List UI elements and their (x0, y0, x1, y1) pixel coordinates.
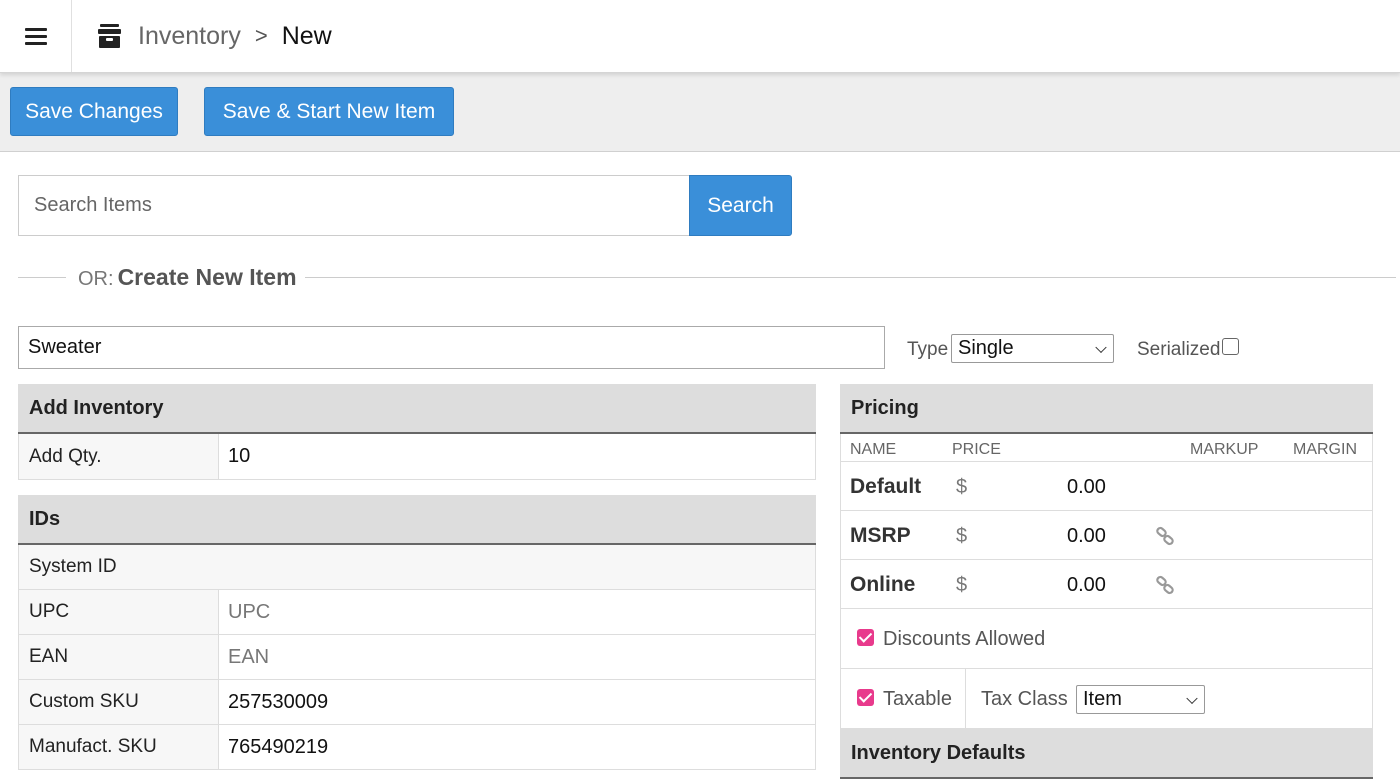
price-row-default: Default $ 0.00 (840, 462, 1373, 511)
pricing-column-headers: NAME PRICE MARKUP MARGIN (840, 434, 1373, 462)
manufact-sku-label: Manufact. SKU (19, 725, 219, 769)
col-price: PRICE (952, 441, 1001, 458)
tax-class-label: Tax Class (981, 688, 1068, 710)
tax-class-value: Item (1083, 688, 1122, 710)
col-margin: MARGIN (1293, 441, 1357, 458)
col-markup: MARKUP (1190, 441, 1259, 458)
price-amount-input[interactable]: 0.00 (1067, 525, 1106, 548)
link-chain-icon[interactable] (1155, 575, 1175, 595)
save-changes-button[interactable]: Save Changes (10, 87, 178, 136)
discounts-allowed-checkbox[interactable] (857, 629, 874, 646)
or-label: OR: (78, 268, 114, 290)
ean-row: EAN EAN (18, 635, 816, 680)
upc-label: UPC (19, 590, 219, 634)
currency-symbol: $ (956, 525, 968, 547)
tax-class-select[interactable]: Item (1076, 685, 1205, 714)
taxable-checkbox[interactable] (857, 689, 874, 706)
link-chain-icon[interactable] (1155, 526, 1175, 546)
price-row-online: Online $ 0.00 (840, 560, 1373, 609)
currency-symbol: $ (956, 574, 968, 596)
add-qty-row: Add Qty. 10 (18, 434, 816, 480)
ean-label: EAN (19, 635, 219, 679)
manufact-sku-input[interactable]: 765490219 (219, 725, 815, 769)
price-row-msrp: MSRP $ 0.00 (840, 511, 1373, 560)
search-items-input[interactable] (18, 175, 690, 236)
ids-header: IDs (18, 495, 816, 545)
type-label: Type (907, 339, 949, 360)
type-select[interactable]: Single (951, 334, 1114, 363)
action-toolbar: Save Changes Save & Start New Item (0, 73, 1400, 152)
serialized-label: Serialized (1137, 339, 1221, 360)
price-name: Online (850, 573, 916, 596)
price-name: Default (850, 475, 922, 498)
type-select-value: Single (958, 337, 1014, 359)
save-start-new-item-button[interactable]: Save & Start New Item (204, 87, 454, 136)
chevron-down-icon (1095, 341, 1107, 353)
add-qty-label: Add Qty. (19, 434, 219, 479)
add-inventory-header: Add Inventory (18, 384, 816, 434)
price-amount-input[interactable]: 0.00 (1067, 476, 1106, 499)
breadcrumb-inventory-link[interactable]: Inventory (138, 22, 241, 51)
top-bar: Inventory > New (0, 0, 1400, 73)
inventory-defaults-header: Inventory Defaults (840, 729, 1373, 779)
currency-symbol: $ (956, 476, 968, 498)
divider-left (18, 277, 66, 278)
taxable-label: Taxable (883, 688, 952, 710)
archive-box-icon (98, 24, 121, 48)
manufact-sku-row: Manufact. SKU 765490219 (18, 725, 816, 770)
taxable-divider (965, 669, 966, 729)
breadcrumb-current: New (281, 21, 332, 50)
system-id-row: System ID (18, 545, 816, 590)
create-new-item-title: Create New Item (117, 264, 297, 290)
create-new-item-heading: OR: Create New Item (78, 264, 297, 291)
pricing-header: Pricing (840, 384, 1373, 434)
hamburger-menu-icon (24, 27, 47, 45)
custom-sku-label: Custom SKU (19, 680, 219, 724)
custom-sku-input[interactable]: 257530009 (219, 680, 815, 724)
upc-input[interactable]: UPC (219, 590, 815, 634)
upc-row: UPC UPC (18, 590, 816, 635)
breadcrumb: Inventory > New (97, 0, 332, 72)
search-button[interactable]: Search (689, 175, 792, 236)
discounts-allowed-label: Discounts Allowed (883, 628, 1046, 650)
breadcrumb-separator: > (254, 23, 268, 48)
price-name: MSRP (850, 524, 911, 547)
divider-right (305, 277, 1396, 278)
item-name-input[interactable] (18, 326, 885, 369)
price-amount-input[interactable]: 0.00 (1067, 574, 1106, 597)
serialized-checkbox[interactable] (1222, 338, 1239, 355)
add-qty-input[interactable]: 10 (219, 434, 815, 479)
menu-button[interactable] (0, 0, 72, 72)
ean-input[interactable]: EAN (219, 635, 815, 679)
system-id-label: System ID (19, 545, 815, 589)
col-name: NAME (850, 441, 897, 458)
chevron-down-icon (1186, 692, 1198, 704)
custom-sku-row: Custom SKU 257530009 (18, 680, 816, 725)
